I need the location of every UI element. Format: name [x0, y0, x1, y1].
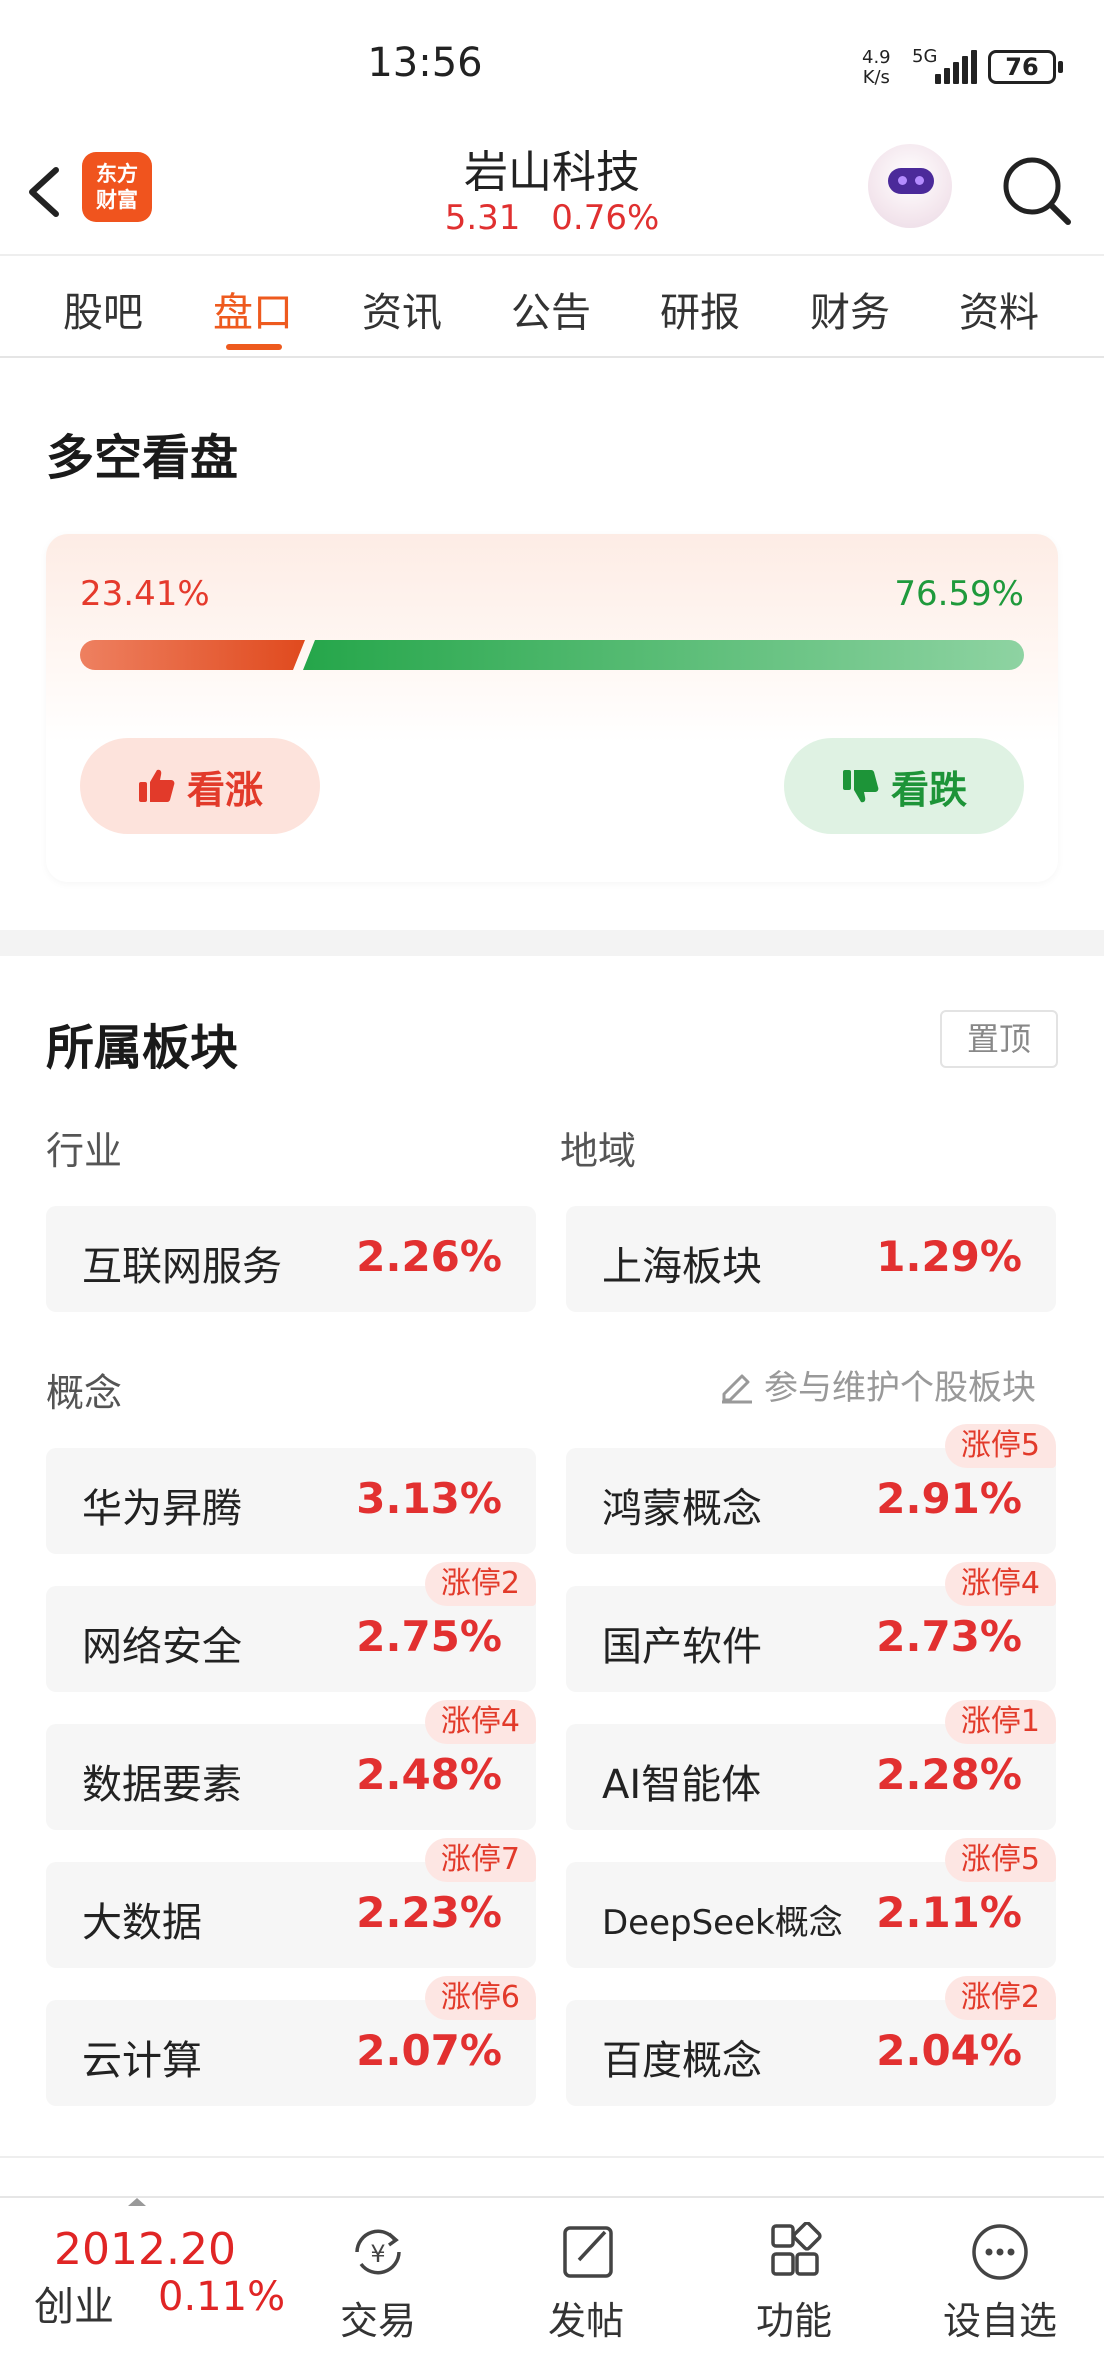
limit-up-badge: 涨停7: [424, 1838, 536, 1882]
concept-cell[interactable]: 涨停6 云计算 2.07%: [46, 1976, 536, 2106]
sectors-title: 所属板块: [46, 1020, 239, 1076]
bearish-button[interactable]: 看跌: [784, 738, 1024, 834]
stock-header: 东方 财富 岩山科技 5.31 0.76%: [0, 130, 1104, 254]
yuan-cycle-icon: ¥: [355, 2229, 401, 2275]
net-speed: 4.9 K/s: [862, 48, 891, 88]
index-name: 创业: [34, 2284, 114, 2330]
svg-text:¥: ¥: [370, 2240, 385, 2268]
concept-cell[interactable]: 涨停4 国产软件 2.73%: [566, 1562, 1056, 1692]
thumbs-down-icon: [842, 770, 879, 803]
tab-profile[interactable]: 资料: [949, 280, 1049, 338]
limit-up-badge: 涨停2: [944, 1976, 1056, 2020]
concept-cell[interactable]: 涨停5 DeepSeek概念 2.11%: [566, 1838, 1056, 1968]
thumbs-up-icon: [138, 769, 175, 802]
limit-up-badge: 涨停5: [944, 1424, 1056, 1468]
edit-icon: [563, 2226, 613, 2278]
sentiment-section: 多空看盘 23.41% 76.59% 看涨 看跌: [0, 358, 1104, 930]
bearish-label: 看跌: [890, 767, 967, 812]
industry-label: 行业: [46, 1129, 123, 1173]
region-sector-cell[interactable]: 上海板块 1.29%: [566, 1206, 1056, 1312]
status-bar: 13:56 4.9 K/s 5G 76: [0, 0, 1104, 130]
bullish-button[interactable]: 看涨: [80, 738, 320, 834]
limit-up-badge: 涨停1: [944, 1700, 1056, 1744]
concept-cell[interactable]: 涨停4 数据要素 2.48%: [46, 1700, 536, 1830]
add-watchlist-button[interactable]: 设自选: [930, 2212, 1070, 2362]
network-type: 5G: [912, 46, 938, 67]
concept-cell[interactable]: 涨停7 大数据 2.23%: [46, 1838, 536, 1968]
concept-label: 概念: [46, 1371, 123, 1415]
industry-sector-cell[interactable]: 互联网服务 2.26%: [46, 1206, 536, 1312]
limit-up-badge: 涨停2: [424, 1562, 536, 1606]
concept-cell[interactable]: 涨停2 网络安全 2.75%: [46, 1562, 536, 1692]
stock-change: 0.76%: [551, 198, 660, 238]
bull-percentage: 23.41%: [80, 574, 210, 614]
tab-news[interactable]: 资讯: [352, 280, 452, 338]
tab-bar: 股吧 盘口 资讯 公告 研报 财务 资料: [0, 254, 1104, 358]
concept-cell[interactable]: 涨停1 AI智能体 2.28%: [566, 1700, 1056, 1830]
battery-icon: 76: [988, 50, 1063, 84]
trade-button[interactable]: ¥ 交易: [308, 2212, 448, 2362]
edit-pen-icon: [722, 1374, 752, 1403]
sectors-section: 所属板块 置顶 行业 地域 互联网服务 2.26% 上海板块 1.29% 概念 …: [0, 956, 1104, 2158]
status-time: 13:56: [367, 40, 483, 86]
tab-announcements[interactable]: 公告: [501, 280, 601, 338]
tab-research[interactable]: 研报: [650, 280, 750, 338]
concept-cell[interactable]: 涨停2 百度概念 2.04%: [566, 1976, 1056, 2106]
maintain-sectors-link[interactable]: 参与维护个股板块: [718, 1360, 1036, 1409]
section-separator: [0, 930, 1104, 956]
section-divider: [0, 2156, 1104, 2158]
index-change: 0.11%: [158, 2274, 286, 2320]
concept-cell[interactable]: 华为昇腾 3.13%: [46, 1448, 536, 1554]
limit-up-badge: 涨停4: [944, 1562, 1056, 1606]
more-icon: [972, 2224, 1028, 2280]
post-button[interactable]: 发帖: [516, 2212, 656, 2362]
index-value: 2012.20: [54, 2224, 236, 2275]
tab-finance[interactable]: 财务: [800, 280, 900, 338]
pin-top-button[interactable]: 置顶: [940, 1010, 1058, 1068]
stock-price: 5.31: [444, 198, 521, 238]
tab-pankou[interactable]: 盘口: [203, 280, 303, 338]
bullish-label: 看涨: [186, 767, 263, 812]
signal-icon: [935, 48, 977, 84]
limit-up-badge: 涨停5: [944, 1838, 1056, 1882]
tab-guba[interactable]: 股吧: [53, 280, 153, 338]
bottom-toolbar: 2012.20 创业 0.11% ¥ 交易 发帖 功能 设自选: [0, 2196, 1104, 2376]
limit-up-badge: 涨停6: [424, 1976, 536, 2020]
sentiment-card: 23.41% 76.59% 看涨 看跌: [46, 534, 1058, 882]
functions-button[interactable]: 功能: [724, 2212, 864, 2362]
bear-percentage: 76.59%: [894, 574, 1024, 614]
region-label: 地域: [560, 1129, 637, 1173]
robot-assistant-icon[interactable]: [868, 144, 952, 228]
grid-icon: [771, 2222, 822, 2276]
sentiment-title: 多空看盘: [46, 430, 239, 486]
sentiment-bar: [80, 640, 1024, 670]
limit-up-badge: 涨停4: [424, 1700, 536, 1744]
search-icon[interactable]: [996, 150, 1076, 230]
expand-caret-icon[interactable]: [128, 2198, 146, 2206]
net-speed-value: 4.9: [862, 47, 891, 68]
bear-bar: [303, 640, 1024, 670]
concept-cell[interactable]: 涨停5 鸿蒙概念 2.91%: [566, 1424, 1056, 1554]
active-tab-indicator: [226, 344, 282, 350]
bull-bar: [80, 640, 305, 670]
net-speed-unit: K/s: [862, 67, 890, 88]
